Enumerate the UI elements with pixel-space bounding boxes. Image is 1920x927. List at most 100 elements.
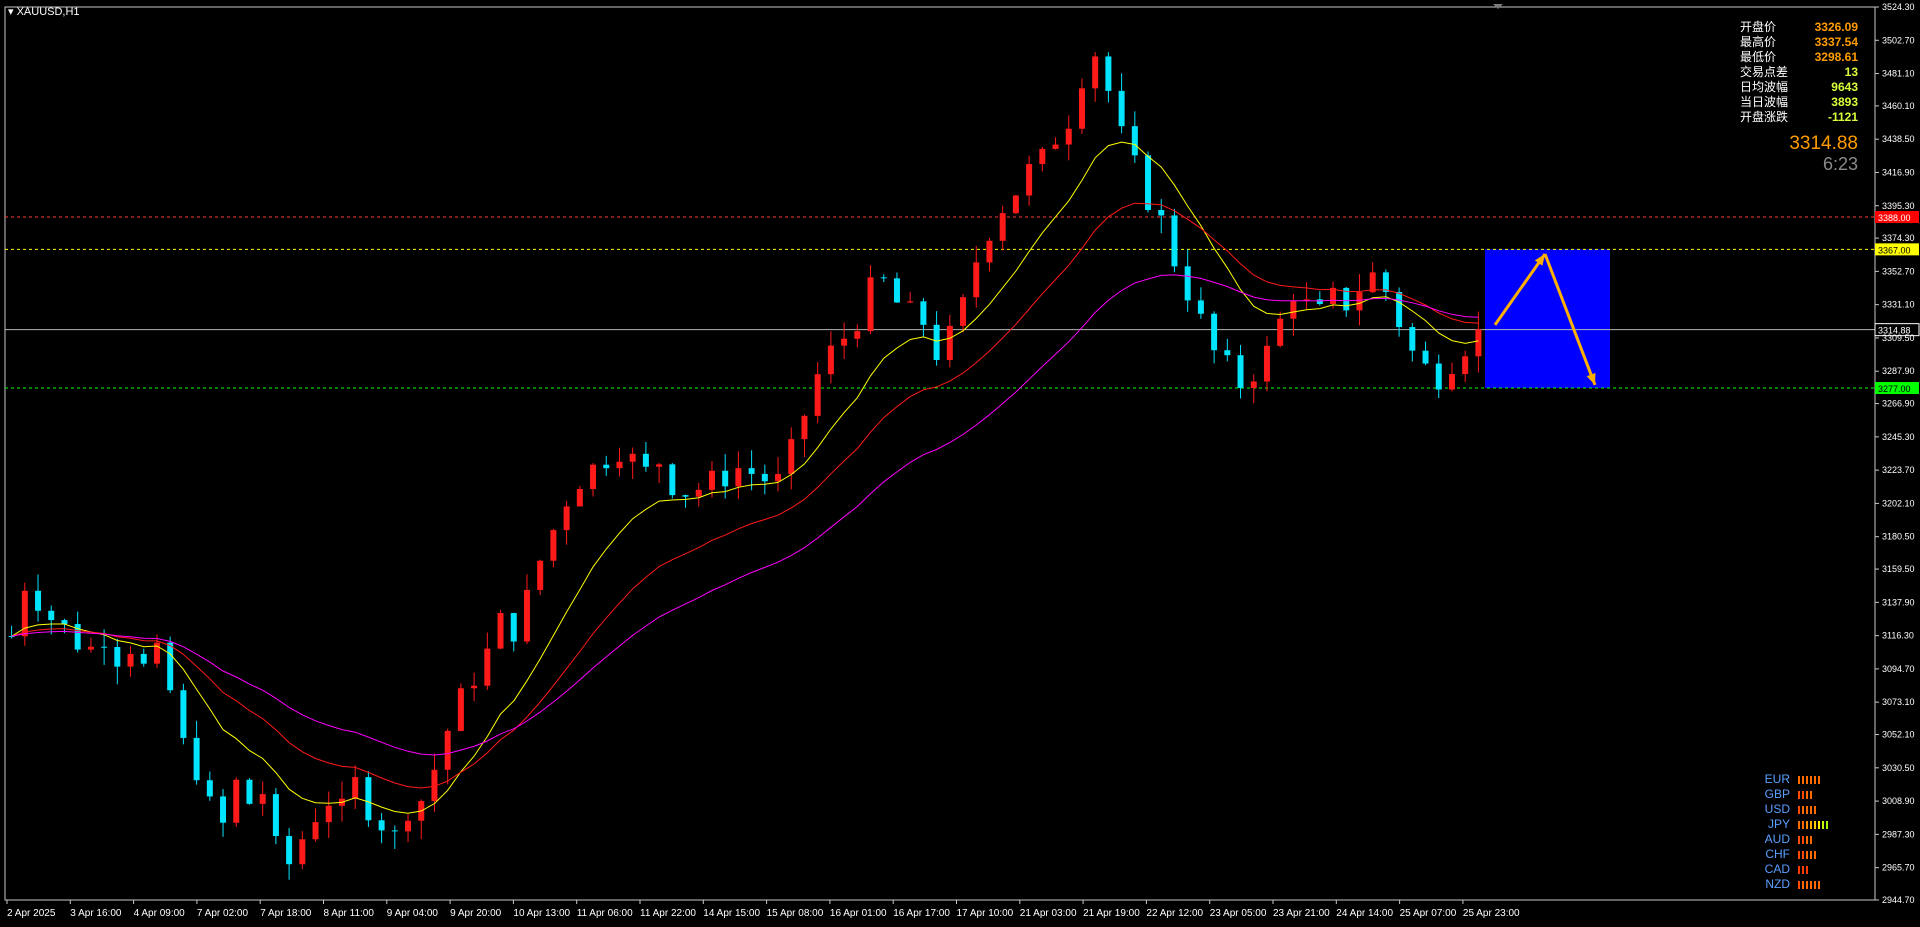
strength-bar <box>1798 880 1800 889</box>
y-tick-label: 3008.90 <box>1882 796 1915 806</box>
candle-body <box>761 473 768 482</box>
price-level-label: 3277.00 <box>1878 384 1911 394</box>
candle-body <box>167 642 174 691</box>
x-tick-label: 16 Apr 01:00 <box>830 908 887 919</box>
currency-strength-panel: EUR GBP USD JPY AUD CHF CAD NZD <box>1760 772 1828 892</box>
y-tick-label: 3266.90 <box>1882 399 1915 409</box>
y-tick-label: 3438.50 <box>1882 134 1915 144</box>
spread-label: 交易点差 <box>1740 65 1789 79</box>
candle-body <box>722 470 729 487</box>
strength-bar <box>1810 850 1812 859</box>
candle-body <box>576 488 583 507</box>
x-tick-label: 21 Apr 19:00 <box>1083 908 1140 919</box>
x-tick-label: 11 Apr 06:00 <box>577 908 633 919</box>
strength-bar <box>1806 850 1808 859</box>
strength-bar <box>1806 820 1808 829</box>
candle-body <box>312 822 319 840</box>
candle-body <box>1237 355 1244 388</box>
candle-body <box>1211 313 1218 351</box>
x-tick-label: 25 Apr 07:00 <box>1400 908 1457 919</box>
forecast-box <box>1485 249 1610 389</box>
candle-body <box>1435 363 1442 390</box>
triangle-down-icon[interactable]: ▾ <box>8 6 14 18</box>
currency-row-jpy: JPY <box>1760 817 1828 832</box>
y-tick-label: 3137.90 <box>1882 597 1915 607</box>
strength-bar <box>1802 835 1804 844</box>
candle-body <box>1330 287 1337 304</box>
moving-average-line <box>11 141 1479 814</box>
candle-body <box>907 301 914 303</box>
strength-bars <box>1798 775 1820 784</box>
y-tick-label: 3287.90 <box>1882 366 1915 376</box>
x-tick-label: 24 Apr 14:00 <box>1336 908 1393 919</box>
x-tick-label: 15 Apr 08:00 <box>767 908 824 919</box>
candle-body <box>669 464 676 496</box>
candle-body <box>629 453 636 462</box>
open-price-value: 3326.09 <box>1814 20 1858 34</box>
candle-body <box>999 213 1006 241</box>
candle-body <box>920 301 927 325</box>
candle-body <box>180 690 187 738</box>
moving-average-line <box>11 274 1479 756</box>
candle-body <box>735 468 742 487</box>
y-tick-label: 3159.50 <box>1882 564 1915 574</box>
candle-body <box>563 506 570 531</box>
open-change-value: -1121 <box>1827 110 1858 124</box>
x-tick-label: 7 Apr 02:00 <box>197 908 249 919</box>
strength-bars <box>1798 865 1808 874</box>
y-tick-label: 2965.70 <box>1882 863 1915 873</box>
strength-bar <box>1806 865 1808 874</box>
candle-body <box>946 325 953 360</box>
strength-bar <box>1806 835 1808 844</box>
x-tick-label: 14 Apr 15:00 <box>703 908 760 919</box>
candle-body <box>973 262 980 298</box>
strength-bar <box>1810 820 1812 829</box>
currency-row-usd: USD <box>1760 802 1828 817</box>
candle-body <box>35 590 42 611</box>
candle-body <box>87 646 94 650</box>
currency-row-cad: CAD <box>1760 862 1828 877</box>
x-tick-label: 11 Apr 22:00 <box>640 908 696 919</box>
strength-bar <box>1810 805 1812 814</box>
y-tick-label: 3180.50 <box>1882 532 1915 542</box>
x-tick-label: 4 Apr 09:00 <box>134 908 186 919</box>
strength-bar <box>1798 850 1800 859</box>
y-tick-label: 3481.10 <box>1882 69 1915 79</box>
x-tick-label: 3 Apr 16:00 <box>70 908 122 919</box>
y-tick-label: 3052.10 <box>1882 730 1915 740</box>
strength-bar <box>1798 775 1800 784</box>
strength-bar <box>1802 880 1804 889</box>
daily-avg-range-label: 日均波幅 <box>1740 80 1789 94</box>
strength-bar <box>1814 820 1816 829</box>
candle-body <box>457 688 464 731</box>
strength-bar <box>1806 775 1808 784</box>
today-range-label: 当日波幅 <box>1740 95 1789 109</box>
price-chart[interactable]: 3388.00 3367.00 3314.88 3277.00 3524.30 3502.… <box>0 0 1920 927</box>
strength-bar <box>1798 790 1800 799</box>
candle-body <box>510 613 517 642</box>
candle-body <box>365 777 372 821</box>
currency-name: CHF <box>1765 847 1790 861</box>
candle-body <box>206 780 213 797</box>
currency-row-gbp: GBP <box>1760 787 1828 802</box>
candle-body <box>523 589 530 642</box>
symbol-label: XAUUSD,H1 <box>16 6 80 18</box>
strength-bars <box>1798 880 1820 889</box>
candle-body <box>1462 356 1469 375</box>
candle-body <box>1026 164 1033 196</box>
candle-body <box>1171 215 1178 267</box>
candle-body <box>708 470 715 490</box>
symbol-title: ▾ XAUUSD,H1 <box>8 5 80 18</box>
candle-body <box>682 495 689 497</box>
currency-name: AUD <box>1764 832 1790 846</box>
candle-body <box>1078 88 1085 129</box>
low-price-label: 最低价 <box>1740 50 1777 64</box>
candle-body <box>1369 272 1376 293</box>
strength-bar <box>1810 880 1812 889</box>
candle-body <box>299 839 306 865</box>
candle-body <box>1131 126 1138 156</box>
currency-name: GBP <box>1764 787 1790 801</box>
candle-body <box>391 830 398 832</box>
x-tick-label: 16 Apr 17:00 <box>893 908 950 919</box>
candle-body <box>1250 381 1257 388</box>
